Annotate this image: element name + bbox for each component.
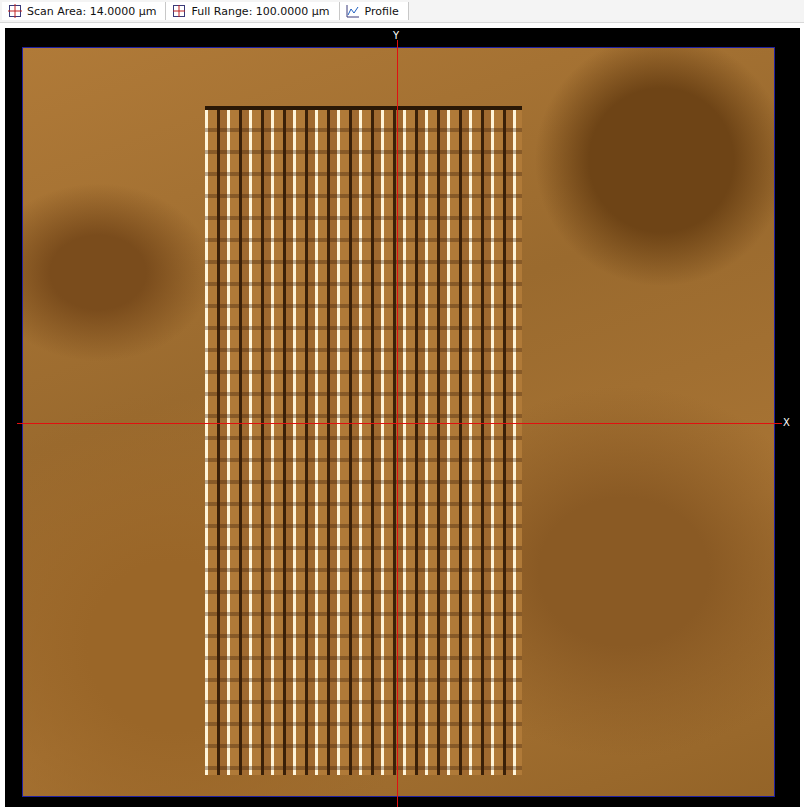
x-cursor-line[interactable] — [17, 423, 782, 424]
afm-viewer: Scan Area: 14.0000 µmFull Range: 100.000… — [0, 0, 804, 807]
toolbar-button[interactable]: Scan Area: 14.0000 µm — [2, 2, 166, 20]
grid-icon — [172, 4, 186, 18]
toolbar-button[interactable]: Profile — [340, 2, 409, 20]
crosshair-icon — [8, 4, 22, 18]
scan-image[interactable] — [22, 47, 775, 797]
x-axis-label: X — [783, 417, 790, 428]
grating-pattern — [205, 106, 522, 775]
profile-icon — [346, 4, 360, 18]
toolbar-button[interactable]: Full Range: 100.0000 µm — [166, 2, 339, 20]
y-axis-label: Y — [393, 30, 399, 41]
scan-view: YX — [5, 28, 800, 807]
toolbar: Scan Area: 14.0000 µmFull Range: 100.000… — [0, 0, 804, 23]
